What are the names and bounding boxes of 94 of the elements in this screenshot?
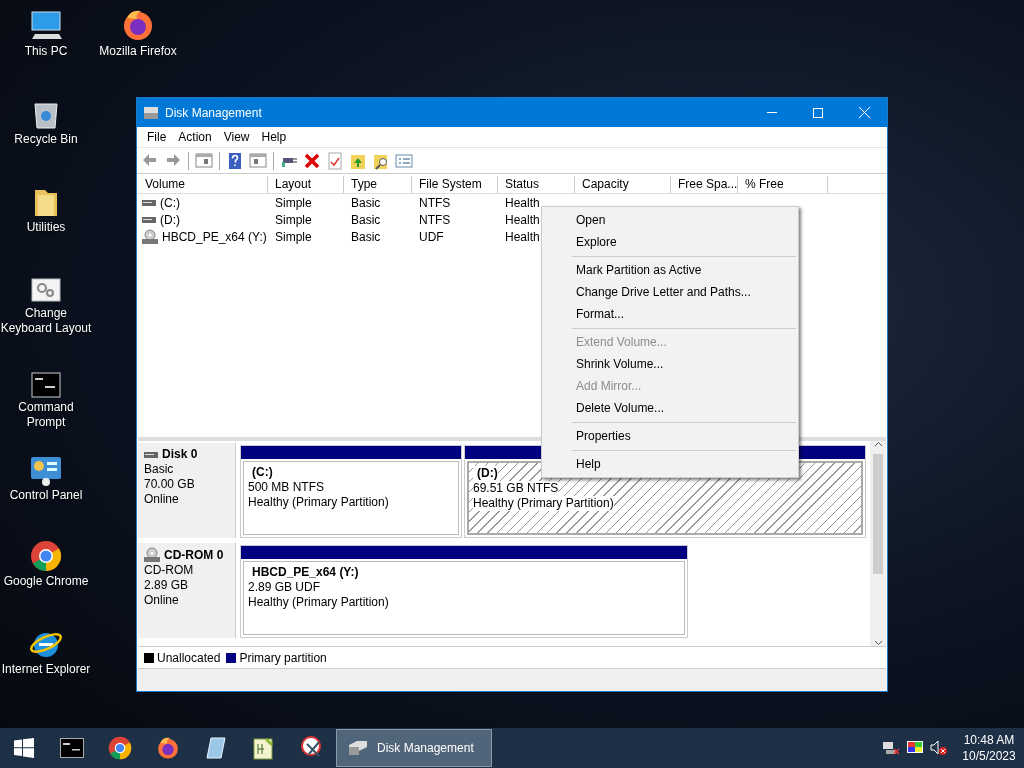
- drive-icon: [142, 216, 156, 223]
- disk-info-panel[interactable]: Disk 0 Basic 70.00 GB Online: [138, 443, 236, 538]
- disk-detail: Online: [144, 492, 180, 507]
- gears-window-icon: [31, 278, 61, 304]
- drive-icon: [142, 199, 156, 206]
- context-menu-item[interactable]: Shrink Volume...: [542, 353, 798, 375]
- network-icon[interactable]: [882, 740, 900, 756]
- partition-status: Healthy (Primary Partition): [248, 495, 389, 510]
- menu-item[interactable]: Action: [172, 130, 218, 144]
- desktop-icon-label[interactable]: Recycle Bin: [14, 132, 78, 147]
- column-header[interactable]: Free Spa...: [671, 176, 738, 193]
- context-menu-item[interactable]: Open: [542, 209, 798, 231]
- scroll-up-icon[interactable]: [873, 441, 883, 447]
- context-menu-item[interactable]: Explore: [542, 231, 798, 253]
- scroll-down-icon[interactable]: [873, 640, 883, 646]
- computer-icon: [29, 10, 63, 42]
- menu-item[interactable]: File: [141, 130, 173, 144]
- chrome-icon: [30, 540, 62, 572]
- table-cell-text: Simple: [274, 195, 313, 210]
- windows-logo-icon: [14, 738, 34, 758]
- panel-icon[interactable]: [195, 151, 213, 170]
- partition-size: 69.51 GB NTFS: [473, 481, 559, 496]
- muted-speaker-icon[interactable]: [930, 740, 948, 756]
- table-cell-text: Health: [504, 195, 541, 210]
- table-cell-text: Basic: [350, 195, 382, 210]
- partition-status: Healthy (Primary Partition): [473, 496, 614, 511]
- menu-item[interactable]: View: [217, 130, 256, 144]
- disk-detail: 2.89 GB: [144, 578, 190, 593]
- disk-info-panel[interactable]: CD-ROM 0 CD-ROM 2.89 GB Online: [138, 543, 236, 638]
- disk-detail: 70.00 GB: [144, 477, 196, 492]
- disk-detail: Online: [144, 593, 180, 608]
- table-cell-text: Basic: [350, 212, 382, 227]
- window-title: Disk Management: [165, 105, 262, 120]
- column-header[interactable]: File System: [412, 176, 498, 193]
- disk-management-icon: [143, 105, 159, 120]
- column-header[interactable]: Layout: [268, 176, 344, 193]
- clock[interactable]: 10:48 AM 10/5/2023: [954, 732, 1024, 764]
- column-header[interactable]: Capacity: [575, 176, 671, 193]
- table-cell-text: UDF: [418, 229, 445, 244]
- table-cell-text: Simple: [274, 229, 313, 244]
- cd-drive-icon: [142, 228, 158, 245]
- context-menu-item[interactable]: Format...: [542, 303, 798, 325]
- desktop-icon-label[interactable]: Mozilla Firefox: [99, 44, 177, 59]
- checked-page-icon[interactable]: [326, 151, 344, 170]
- table-cell-text: NTFS: [418, 195, 452, 210]
- partition-block[interactable]: (C:) 500 MB NTFS Healthy (Primary Partition): [243, 461, 459, 535]
- table-cell-text: Basic: [350, 229, 382, 244]
- command-prompt-icon: [31, 372, 61, 398]
- column-header[interactable]: Status: [498, 176, 575, 193]
- clock-date: 10/5/2023: [962, 748, 1016, 764]
- scrollbar[interactable]: [870, 441, 886, 646]
- desktop-icon-label[interactable]: Utilities: [26, 220, 66, 235]
- desktop-icon-label[interactable]: Internet Explorer: [1, 662, 91, 677]
- table-cell-text: Simple: [274, 212, 313, 227]
- firefox-icon: [121, 8, 155, 42]
- desktop-icon-label[interactable]: Change Keyboard Layout: [0, 306, 92, 336]
- desktop-icon-label[interactable]: This PC: [24, 44, 68, 59]
- taskbar-app-button[interactable]: Disk Management: [336, 729, 492, 767]
- desktop-icon-label[interactable]: Control Panel: [9, 488, 83, 503]
- close-icon: [858, 107, 870, 118]
- table-cell-text: Health: [504, 212, 541, 227]
- display-icon[interactable]: [906, 740, 924, 756]
- desktop-icon-label[interactable]: Google Chrome: [3, 574, 89, 589]
- context-menu-item[interactable]: Change Drive Letter and Paths...: [542, 281, 798, 303]
- table-cell: HBCD_PE_x64 (Y:): [162, 229, 267, 244]
- desktop-icon-label[interactable]: Command Prompt: [0, 400, 92, 430]
- partition-status: Healthy (Primary Partition): [248, 595, 389, 610]
- table-cell: (D:): [160, 212, 180, 227]
- minimize-icon: [767, 112, 777, 113]
- table-cell-text: NTFS: [418, 212, 452, 227]
- disk-drive-icon: [347, 739, 369, 757]
- disk-name: CD-ROM 0: [164, 547, 224, 563]
- menu-item[interactable]: Help: [255, 130, 293, 144]
- column-header[interactable]: Type: [344, 176, 412, 193]
- legend-label: Unallocated: [157, 650, 221, 665]
- partition-name: (D:): [473, 466, 498, 481]
- partition-block[interactable]: HBCD_PE_x64 (Y:) 2.89 GB UDF Healthy (Primary Partition): [243, 561, 685, 635]
- clock-time: 10:48 AM: [963, 732, 1015, 748]
- context-menu-item[interactable]: Delete Volume...: [542, 397, 798, 419]
- delete-icon[interactable]: [303, 151, 321, 170]
- table-cell: (C:): [160, 195, 180, 210]
- disk-detail: CD-ROM: [144, 563, 195, 578]
- disk-name: Disk 0: [162, 447, 198, 462]
- maximize-icon: [813, 107, 823, 118]
- drive-icon: [144, 451, 158, 458]
- cd-drive-icon: [144, 547, 160, 563]
- column-header[interactable]: % Free: [738, 176, 828, 193]
- legend-label: Primary partition: [239, 650, 327, 665]
- table-cell-text: Health: [504, 229, 541, 244]
- column-header[interactable]: Volume: [138, 176, 268, 193]
- control-panel-icon: [30, 456, 62, 486]
- disk-detail: Basic: [144, 462, 175, 477]
- panel-icon[interactable]: [249, 151, 267, 170]
- help-icon[interactable]: [226, 151, 244, 170]
